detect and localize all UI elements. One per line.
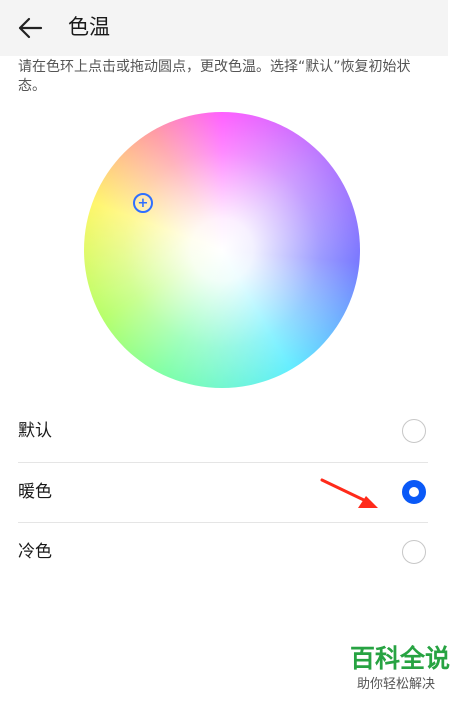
color-wheel-container: + [84,112,360,388]
color-wheel[interactable] [84,112,360,388]
watermark-slogan: 助你轻松解决 [357,677,436,692]
option-label: 默认 [18,421,52,441]
header-bar: 色温 [0,0,448,56]
radio-cool[interactable] [402,540,426,564]
plus-icon: + [137,195,149,211]
option-label: 冷色 [18,542,52,562]
radio-default[interactable] [402,419,426,443]
option-default[interactable]: 默认 [0,402,448,462]
instruction-text: 请在色环上点击或拖动圆点，更改色温。选择“默认”恢复初始状态。 [18,59,411,94]
watermark-logo-text: 百科全说 [350,644,451,673]
back-arrow-icon [18,17,43,39]
option-cool[interactable]: 冷色 [0,523,448,583]
radio-warm[interactable] [402,480,426,504]
page-title: 色温 [68,15,110,39]
back-button[interactable] [12,10,48,46]
color-picker-handle[interactable]: + [133,193,153,213]
option-label: 暖色 [18,482,52,502]
red-arrow-annotation [320,478,378,508]
color-temperature-page: 色温 请在色环上点击或拖动圆点，更改色温。选择“默认”恢复初始状态。 + 默认 … [0,0,473,704]
